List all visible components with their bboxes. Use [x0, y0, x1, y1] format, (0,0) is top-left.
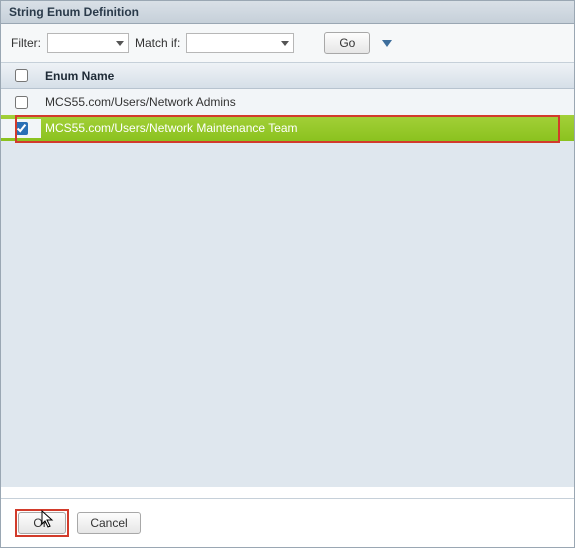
- ok-button-highlight: OK: [15, 509, 69, 537]
- ok-button[interactable]: OK: [18, 512, 66, 534]
- filter-toolbar: Filter: Match if: Go: [1, 24, 574, 63]
- dialog-string-enum-definition: String Enum Definition Filter: Match if:…: [0, 0, 575, 548]
- table-row[interactable]: MCS55.com/Users/Network Admins: [1, 89, 574, 115]
- caret-down-icon: [281, 41, 289, 46]
- dialog-footer: OK Cancel: [1, 498, 574, 547]
- go-button[interactable]: Go: [324, 32, 370, 54]
- filter-label: Filter:: [11, 36, 41, 50]
- row-name: MCS55.com/Users/Network Maintenance Team: [41, 121, 574, 135]
- caret-down-icon: [116, 41, 124, 46]
- match-if-label: Match if:: [135, 36, 180, 50]
- cancel-button[interactable]: Cancel: [77, 512, 141, 534]
- select-all-cell: [1, 66, 41, 85]
- row-name: MCS55.com/Users/Network Admins: [41, 95, 574, 109]
- dialog-title: String Enum Definition: [1, 1, 574, 24]
- match-if-dropdown[interactable]: [186, 33, 294, 53]
- expand-filters-icon[interactable]: [382, 40, 392, 47]
- select-all-checkbox[interactable]: [15, 69, 28, 82]
- row-checkbox[interactable]: [15, 122, 28, 135]
- table-row[interactable]: MCS55.com/Users/Network Maintenance Team: [1, 115, 574, 141]
- table-header-row: Enum Name: [1, 63, 574, 89]
- column-header-enum-name[interactable]: Enum Name: [41, 69, 574, 83]
- enum-table: Enum Name MCS55.com/Users/Network Admins…: [1, 63, 574, 487]
- filter-dropdown[interactable]: [47, 33, 129, 53]
- row-checkbox[interactable]: [15, 96, 28, 109]
